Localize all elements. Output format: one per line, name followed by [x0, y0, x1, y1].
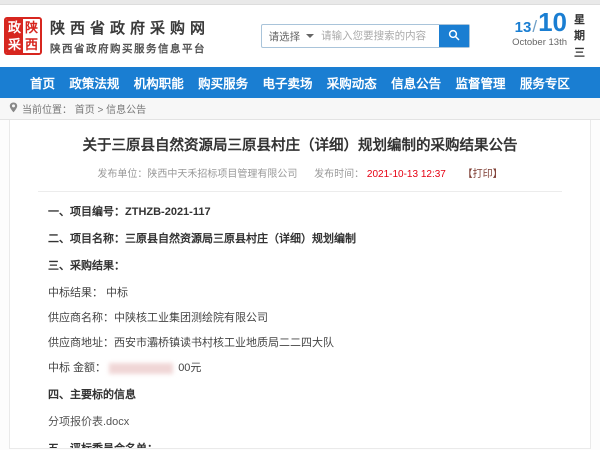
site-identity: 陕西省政府采购网 陕西省政府购买服务信息平台 — [50, 17, 210, 56]
nav-item-home[interactable]: 首页 — [30, 73, 55, 92]
date-main: 13 / 10 October 13th — [512, 11, 567, 48]
location-pin-icon — [9, 102, 18, 116]
attachment-link[interactable]: 分项报价表.docx — [48, 413, 562, 429]
nav-item-organization[interactable]: 机构职能 — [134, 73, 184, 92]
weekday-label: 星期三 — [574, 12, 586, 62]
nav-item-e-marketplace[interactable]: 电子卖场 — [262, 73, 312, 92]
section-committee-heading: 五、评标委员会名单： — [48, 440, 562, 449]
article-meta: 发布单位：陕西中天禾招标项目管理有限公司 发布时间： 2021-10-13 12… — [38, 165, 562, 192]
nav-item-procurement-news[interactable]: 采购动态 — [327, 73, 377, 92]
nav-item-purchase-service[interactable]: 购买服务 — [198, 73, 248, 92]
site-title: 陕西省政府采购网 — [50, 17, 210, 38]
date-widget: 13 / 10 October 13th 星期三 — [512, 11, 586, 62]
breadcrumb: 当前位置： 首页 > 信息公告 — [0, 98, 600, 120]
chevron-down-icon — [306, 34, 314, 38]
search-input[interactable] — [321, 25, 439, 47]
main-nav: 首页 政策法规 机构职能 购买服务 电子卖场 采购动态 信息公告 监督管理 服务… — [0, 67, 600, 98]
nav-item-announcements[interactable]: 信息公告 — [391, 73, 441, 92]
publish-time-value: 2021-10-13 12:37 — [367, 169, 446, 180]
nav-item-supervision[interactable]: 监督管理 — [456, 73, 506, 92]
amount-label: 中标 金额： — [48, 362, 106, 374]
site-logo-stamp: 政 陕 采 西 — [4, 17, 42, 55]
breadcrumb-text[interactable]: 当前位置： 首页 > 信息公告 — [22, 101, 146, 116]
date-slash: / — [532, 19, 537, 34]
page-title: 关于三原县自然资源局三原县村庄（详细）规划编制的采购结果公告 — [38, 134, 562, 155]
nav-item-service-zone[interactable]: 服务专区 — [520, 73, 570, 92]
logo-char: 陕 — [23, 19, 40, 36]
search-select-label: 请选择 — [269, 29, 301, 44]
bid-result-line: 中标结果： 中标 — [48, 284, 562, 300]
logo-char: 西 — [23, 36, 40, 53]
date-numeric: 13 / 10 — [512, 11, 567, 34]
search-icon — [448, 29, 460, 44]
search-bar: 请选择 — [261, 24, 471, 48]
page: 政 陕 采 西 陕西省政府采购网 陕西省政府购买服务信息平台 请选择 — [0, 0, 600, 450]
date-month: 10 — [538, 11, 567, 34]
search-category-select[interactable]: 请选择 — [262, 25, 322, 47]
section-subject-heading: 四、主要标的信息 — [48, 386, 562, 402]
announcement-card: 关于三原县自然资源局三原县村庄（详细）规划编制的采购结果公告 发布单位：陕西中天… — [9, 120, 591, 449]
search-button[interactable] — [439, 25, 469, 47]
date-english: October 13th — [512, 37, 567, 48]
publish-time-label: 发布时间： — [314, 169, 364, 180]
section-project-no: 一、项目编号：ZTHZB-2021-117 — [48, 203, 562, 219]
logo-char: 采 — [6, 36, 23, 53]
article-body: 一、项目编号：ZTHZB-2021-117 二、项目名称：三原县自然资源局三原县… — [38, 203, 562, 449]
date-day: 13 — [515, 21, 532, 35]
site-subtitle: 陕西省政府购买服务信息平台 — [50, 41, 210, 56]
section-result-heading: 三、采购结果： — [48, 257, 562, 273]
amount-suffix: 00元 — [178, 362, 201, 374]
logo-char: 政 — [6, 19, 23, 36]
redacted-amount — [109, 363, 173, 374]
site-header: 政 陕 采 西 陕西省政府采购网 陕西省政府购买服务信息平台 请选择 — [0, 5, 600, 67]
section-project-name: 二、项目名称：三原县自然资源局三原县村庄（详细）规划编制 — [48, 230, 562, 246]
amount-line: 中标 金额： 00元 — [48, 359, 562, 375]
print-button[interactable]: 【打印】 — [463, 169, 503, 180]
supplier-address-line: 供应商地址：西安市灞桥镇读书村核工业地质局二二四大队 — [48, 334, 562, 350]
nav-item-policy[interactable]: 政策法规 — [69, 73, 119, 92]
publisher-label: 发布单位：陕西中天禾招标项目管理有限公司 — [97, 169, 297, 180]
supplier-name-line: 供应商名称：中陕核工业集团测绘院有限公司 — [48, 309, 562, 325]
